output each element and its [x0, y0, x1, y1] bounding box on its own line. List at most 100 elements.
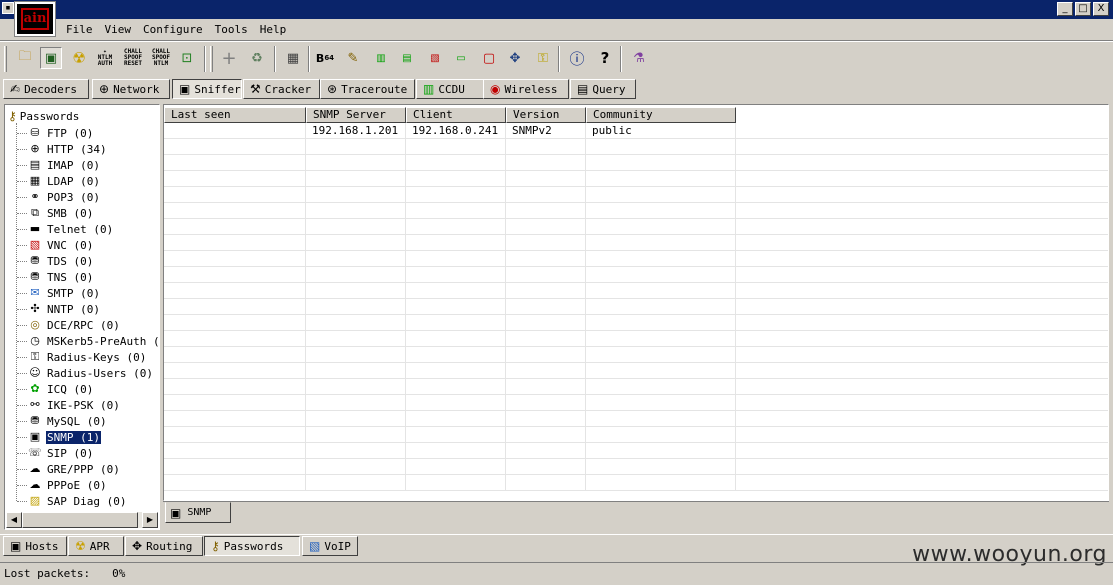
network-meter-icon[interactable]: ▥ — [370, 47, 392, 69]
open-folder-icon[interactable]: 🗀 — [14, 47, 36, 69]
close-button[interactable]: X — [1093, 2, 1109, 16]
toolbar-grip[interactable] — [4, 46, 7, 72]
tree-horizontal-scrollbar[interactable]: ◀ ▶ — [6, 512, 158, 528]
fingerprint-icon[interactable]: ▦ — [282, 47, 304, 69]
tab-traceroute[interactable]: ⊛ Traceroute — [320, 79, 415, 99]
tree-item-label: HTTP (34) — [47, 142, 107, 156]
ftp-icon: ⛁ — [30, 126, 40, 139]
empty-table-row — [164, 171, 1108, 187]
tab-snmp[interactable]: ▣ SNMP — [165, 502, 231, 523]
tab-sniffer[interactable]: ▣ Sniffer — [172, 79, 242, 99]
tree-item-sap-diag[interactable]: ▨ SAP Diag (0) — [17, 493, 127, 509]
tree-item-http[interactable]: ⊕ HTTP (34) — [17, 141, 108, 157]
table-cell — [736, 443, 1108, 459]
telnet-icon: ▬ — [29, 222, 41, 235]
menu-help[interactable]: Help — [254, 21, 293, 39]
tree-item-telnet[interactable]: ▬ Telnet (0) — [17, 221, 114, 237]
monitor-icon[interactable]: ⊡ — [176, 47, 198, 69]
scroll-right-icon[interactable]: ▶ — [142, 512, 158, 528]
menu-configure[interactable]: Configure — [137, 21, 209, 39]
tab-ccdu[interactable]: ▥ CCDU — [416, 79, 484, 99]
tree-item-gre-ppp[interactable]: ☁ GRE/PPP (0) — [17, 461, 121, 477]
table-cell — [586, 171, 736, 187]
tree-item-snmp[interactable]: ▣ SNMP (1) — [17, 429, 102, 445]
system-menu-icon[interactable]: ▪ — [2, 2, 14, 14]
tree-root-passwords[interactable]: ⚷ Passwords — [8, 109, 79, 123]
tree-item-pop3[interactable]: ⚭ POP3 (0) — [17, 189, 101, 205]
test-tube-icon[interactable]: ⚗ — [628, 47, 650, 69]
column-snmp-server[interactable]: SNMP Server — [306, 107, 406, 123]
tab-decoders[interactable]: ✍ Decoders — [3, 79, 89, 99]
tree-item-mysql[interactable]: ⛃ MySQL (0) — [17, 413, 108, 429]
tab-voip[interactable]: ▧ VoIP — [302, 536, 358, 556]
tab-routing[interactable]: ✥ Routing — [125, 536, 203, 556]
tree-item-icq[interactable]: ✿ ICQ (0) — [17, 381, 94, 397]
empty-table-row — [164, 187, 1108, 203]
help-icon[interactable]: ? — [594, 47, 616, 69]
add-icon[interactable]: + — [218, 47, 240, 69]
tab-query[interactable]: ▤ Query — [570, 79, 636, 99]
key-icon[interactable]: ⚿ — [532, 47, 554, 69]
rdp-icon[interactable]: ▧ — [424, 47, 446, 69]
table-cell — [736, 235, 1108, 251]
tree-item-ldap[interactable]: ▦ LDAP (0) — [17, 173, 101, 189]
column-last-seen[interactable]: Last seen — [164, 107, 306, 123]
menu-tools[interactable]: Tools — [209, 21, 254, 39]
tab-network[interactable]: ⊕ Network — [92, 79, 170, 99]
table-cell — [586, 427, 736, 443]
radius-keys-icon: ⚿ — [30, 350, 40, 363]
tree-item-dcerpc[interactable]: ◎ DCE/RPC (0) — [17, 317, 121, 333]
ldap-icon: ▦ — [29, 174, 41, 187]
tree-item-imap[interactable]: ▤ IMAP (0) — [17, 157, 101, 173]
hosts-icon: ▣ — [10, 539, 22, 553]
tab-cracker[interactable]: ⚒ Cracker — [243, 79, 320, 99]
tree-item-smb[interactable]: ⧉ SMB (0) — [17, 205, 94, 221]
radius-users-icon: ☺ — [29, 366, 41, 379]
column-community[interactable]: Community — [586, 107, 736, 123]
vpn-icon[interactable]: ▤ — [396, 47, 418, 69]
ntlm-auth-icon[interactable]: ✦ NTLM AUTH — [94, 47, 116, 69]
tree-item-radius-users[interactable]: ☺ Radius-Users (0) — [17, 365, 154, 381]
tree-item-ike-psk[interactable]: ⚯ IKE-PSK (0) — [17, 397, 121, 413]
maximize-button[interactable]: □ — [1075, 2, 1091, 16]
lcd-icon[interactable]: ▭ — [450, 47, 472, 69]
tree-item-kerberos[interactable]: ◷ MSKerb5-PreAuth (0) — [17, 333, 159, 349]
cisco-icon[interactable]: ▢ — [478, 47, 500, 69]
tree-item-vnc[interactable]: ▧ VNC (0) — [17, 237, 94, 253]
tree-item-pppoe[interactable]: ☁ PPPoE (0) — [17, 477, 108, 493]
toolbar: 🗀 ▣ ☢ ✦ NTLM AUTH CHALL SPOOF RESET CHALL SPO… — [0, 42, 1113, 76]
tree-item-nntp[interactable]: ✣ NNTP (0) — [17, 301, 101, 317]
scroll-left-icon[interactable]: ◀ — [6, 512, 22, 528]
tree-item-ftp[interactable]: ⛁ FTP (0) — [17, 125, 94, 141]
tree-item-smtp[interactable]: ✉ SMTP (0) — [17, 285, 101, 301]
wireless-scan-icon[interactable]: ✥ — [504, 47, 526, 69]
tab-passwords[interactable]: ⚷ Passwords — [204, 536, 300, 556]
menu-view[interactable]: View — [99, 21, 138, 39]
scrollbar-thumb[interactable] — [22, 512, 138, 528]
tree-item-tds[interactable]: ⛃ TDS (0) — [17, 253, 94, 269]
tab-wireless[interactable]: ◉ Wireless — [483, 79, 569, 99]
decoder-tool-icon[interactable]: ✎ — [342, 47, 364, 69]
recycle-bin-icon[interactable]: ♻ — [246, 47, 268, 69]
base64-icon[interactable]: B 64 — [314, 47, 336, 69]
column-version[interactable]: Version — [506, 107, 586, 123]
tree-item-sip[interactable]: ☏ SIP (0) — [17, 445, 94, 461]
chall-spoof-reset-icon[interactable]: CHALL SPOOF RESET — [122, 47, 144, 69]
tab-hosts[interactable]: ▣ Hosts — [3, 536, 67, 556]
tab-apr[interactable]: ☢ APR — [68, 536, 124, 556]
toolbar-grip[interactable] — [210, 46, 213, 72]
start-sniffer-icon[interactable]: ▣ — [40, 47, 62, 69]
snmp-results-table[interactable]: Last seen SNMP Server Client Version Com… — [163, 104, 1109, 501]
column-client[interactable]: Client — [406, 107, 506, 123]
minimize-button[interactable]: _ — [1057, 2, 1073, 16]
apr-poison-icon[interactable]: ☢ — [68, 47, 90, 69]
tree-item-tns[interactable]: ⛃ TNS (0) — [17, 269, 94, 285]
table-cell — [586, 251, 736, 267]
tree-item-radius-keys[interactable]: ⚿ Radius-Keys (0) — [17, 349, 147, 365]
table-cell — [164, 427, 306, 443]
protocol-tree[interactable]: ⚷ Passwords ⛁ FTP (0) ⊕ HTTP (34) ▤ IMAP (0) ▦… — [4, 104, 160, 530]
chall-spoof-ntlm-icon[interactable]: CHALL SPOOF NTLM — [150, 47, 172, 69]
menu-file[interactable]: File — [60, 21, 99, 39]
table-row[interactable]: 192.168.1.201 192.168.0.241 SNMPv2 public — [164, 123, 1108, 139]
info-icon[interactable]: ⓘ — [566, 47, 588, 69]
